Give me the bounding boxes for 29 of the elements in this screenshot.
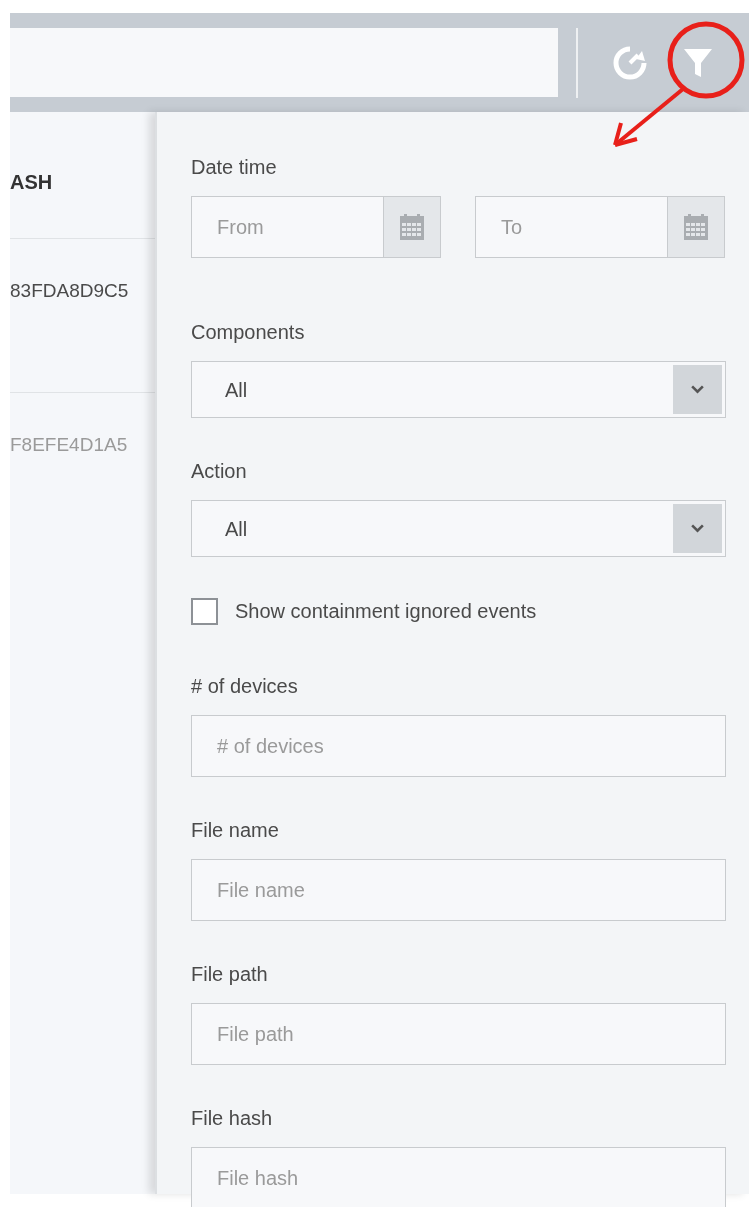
to-date-field[interactable]: To xyxy=(475,196,668,258)
chevron-down-icon xyxy=(673,365,722,414)
field-label: Date time xyxy=(191,155,278,179)
input-field[interactable]: File hash xyxy=(191,1147,726,1207)
field-label: Action xyxy=(191,459,248,483)
from-date-field[interactable]: From xyxy=(191,196,384,258)
input-field[interactable]: # of devices xyxy=(191,715,726,777)
field-label: File path xyxy=(191,962,269,986)
dropdown[interactable]: All xyxy=(191,500,726,557)
column-header: ASH xyxy=(10,170,54,194)
filter-icon xyxy=(683,46,713,79)
calendar-icon xyxy=(400,214,424,240)
field-label: Components xyxy=(191,320,306,344)
field-label: File name xyxy=(191,818,280,842)
checkbox[interactable] xyxy=(191,597,218,625)
input-field[interactable]: File name xyxy=(191,859,726,921)
field-label: # of devices xyxy=(191,674,299,698)
calendar-button[interactable] xyxy=(384,196,441,258)
chevron-down-icon xyxy=(673,504,722,553)
table-cell-text: 83FDA8D9C5 xyxy=(10,279,130,303)
calendar-icon xyxy=(684,214,708,240)
input-field[interactable]: File path xyxy=(191,1003,726,1065)
calendar-button[interactable] xyxy=(668,196,725,258)
dropdown[interactable]: All xyxy=(191,361,726,418)
search-field[interactable] xyxy=(10,28,558,97)
field-label: File hash xyxy=(191,1106,274,1130)
checkbox-label: Show containment ignored events xyxy=(235,599,537,624)
table-cell-text: F8EFE4D1A5 xyxy=(10,433,129,457)
gauge-refresh-icon xyxy=(612,44,648,81)
